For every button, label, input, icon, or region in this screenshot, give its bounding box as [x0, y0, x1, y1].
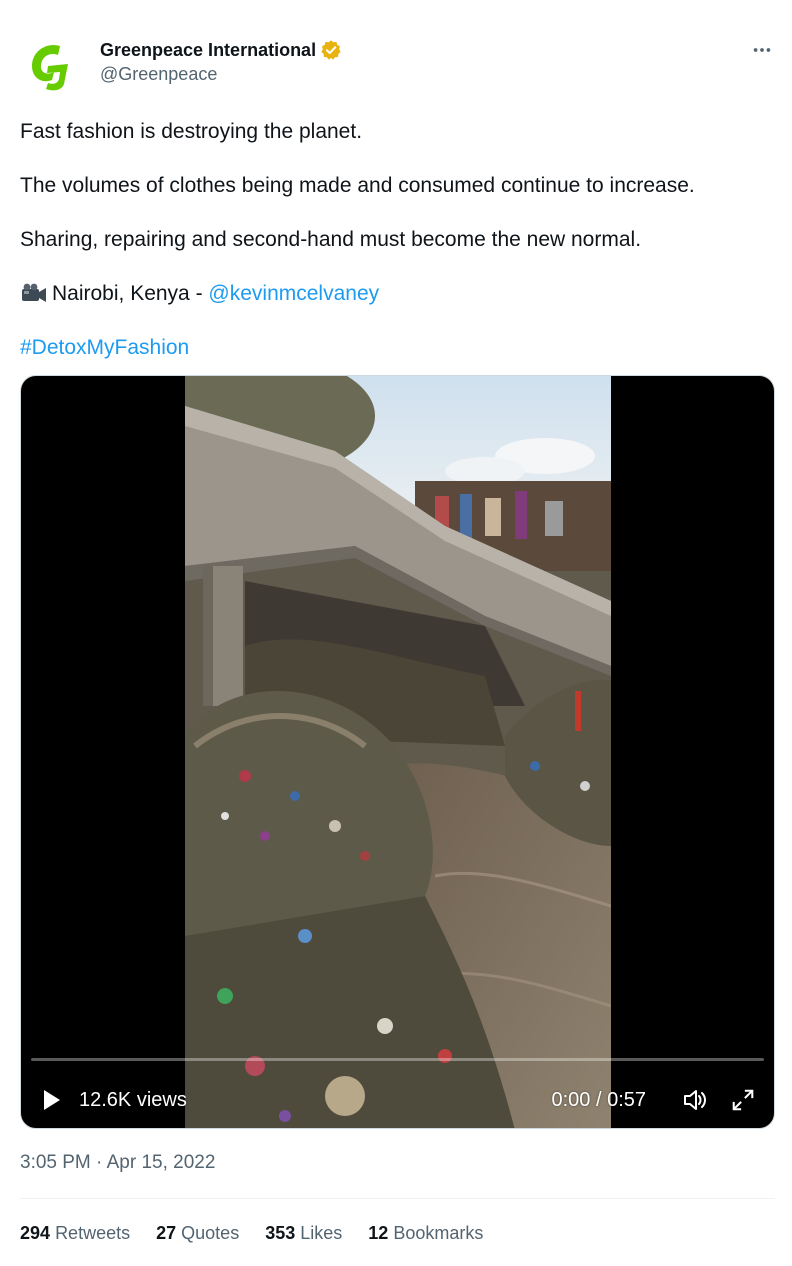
video-frame[interactable]: makesmthng — [185, 376, 611, 1128]
play-icon[interactable] — [37, 1086, 65, 1114]
mention-link[interactable]: @kevinmcelvaney — [208, 282, 379, 305]
engagement-stats: 294 Retweets 27 Quotes 353 Likes 12 Book… — [20, 1223, 483, 1244]
location-text: Nairobi, Kenya - — [52, 282, 209, 305]
more-options-icon[interactable] — [750, 38, 774, 62]
video-progress-bar[interactable] — [31, 1058, 764, 1061]
avatar[interactable] — [20, 34, 80, 94]
tweet-timestamp[interactable]: 3:05 PM · Apr 15, 2022 — [20, 1152, 215, 1174]
video-time: 0:00 / 0:57 — [551, 1088, 646, 1111]
stat-retweets-label: Retweets — [55, 1223, 131, 1243]
stat-quotes-count: 27 — [156, 1223, 177, 1243]
author-handle[interactable]: @Greenpeace — [100, 64, 342, 85]
stat-likes-count: 353 — [265, 1223, 296, 1243]
video-thumbnail — [185, 376, 611, 1128]
stat-bookmarks-label: Bookmarks — [393, 1223, 484, 1243]
view-count: 12.6K views — [79, 1088, 187, 1111]
stat-retweets[interactable]: 294 Retweets — [20, 1223, 130, 1244]
tweet-location-line: Nairobi, Kenya - @kevinmcelvaney — [20, 280, 775, 308]
author-name[interactable]: Greenpeace International — [100, 40, 316, 61]
stat-retweets-count: 294 — [20, 1223, 51, 1243]
video-player[interactable]: makesmthng 12.6K views 0:00 / 0:57 — [20, 375, 775, 1129]
author-info: Greenpeace International @Greenpeace — [100, 38, 342, 85]
tweet-line-1: Fast fashion is destroying the planet. — [20, 120, 363, 143]
verified-badge-icon[interactable] — [320, 39, 342, 61]
stat-quotes-label: Quotes — [181, 1223, 240, 1243]
stat-bookmarks[interactable]: 12 Bookmarks — [368, 1223, 483, 1244]
tweet-line-2: The volumes of clothes being made and co… — [20, 174, 695, 197]
tweet-line-3: Sharing, repairing and second-hand must … — [20, 228, 642, 251]
fullscreen-icon[interactable] — [728, 1085, 758, 1115]
stat-likes[interactable]: 353 Likes — [265, 1223, 342, 1244]
video-camera-icon — [20, 282, 48, 304]
divider — [20, 1198, 775, 1199]
stat-likes-label: Likes — [300, 1223, 343, 1243]
stat-quotes[interactable]: 27 Quotes — [156, 1223, 239, 1244]
tweet-text: Fast fashion is destroying the planet. T… — [20, 118, 775, 388]
greenpeace-logo-icon — [20, 34, 80, 94]
volume-icon[interactable] — [680, 1085, 710, 1115]
video-controls: 12.6K views 0:00 / 0:57 — [21, 1076, 774, 1124]
stat-bookmarks-count: 12 — [368, 1223, 389, 1243]
hashtag-link[interactable]: #DetoxMyFashion — [20, 336, 189, 359]
